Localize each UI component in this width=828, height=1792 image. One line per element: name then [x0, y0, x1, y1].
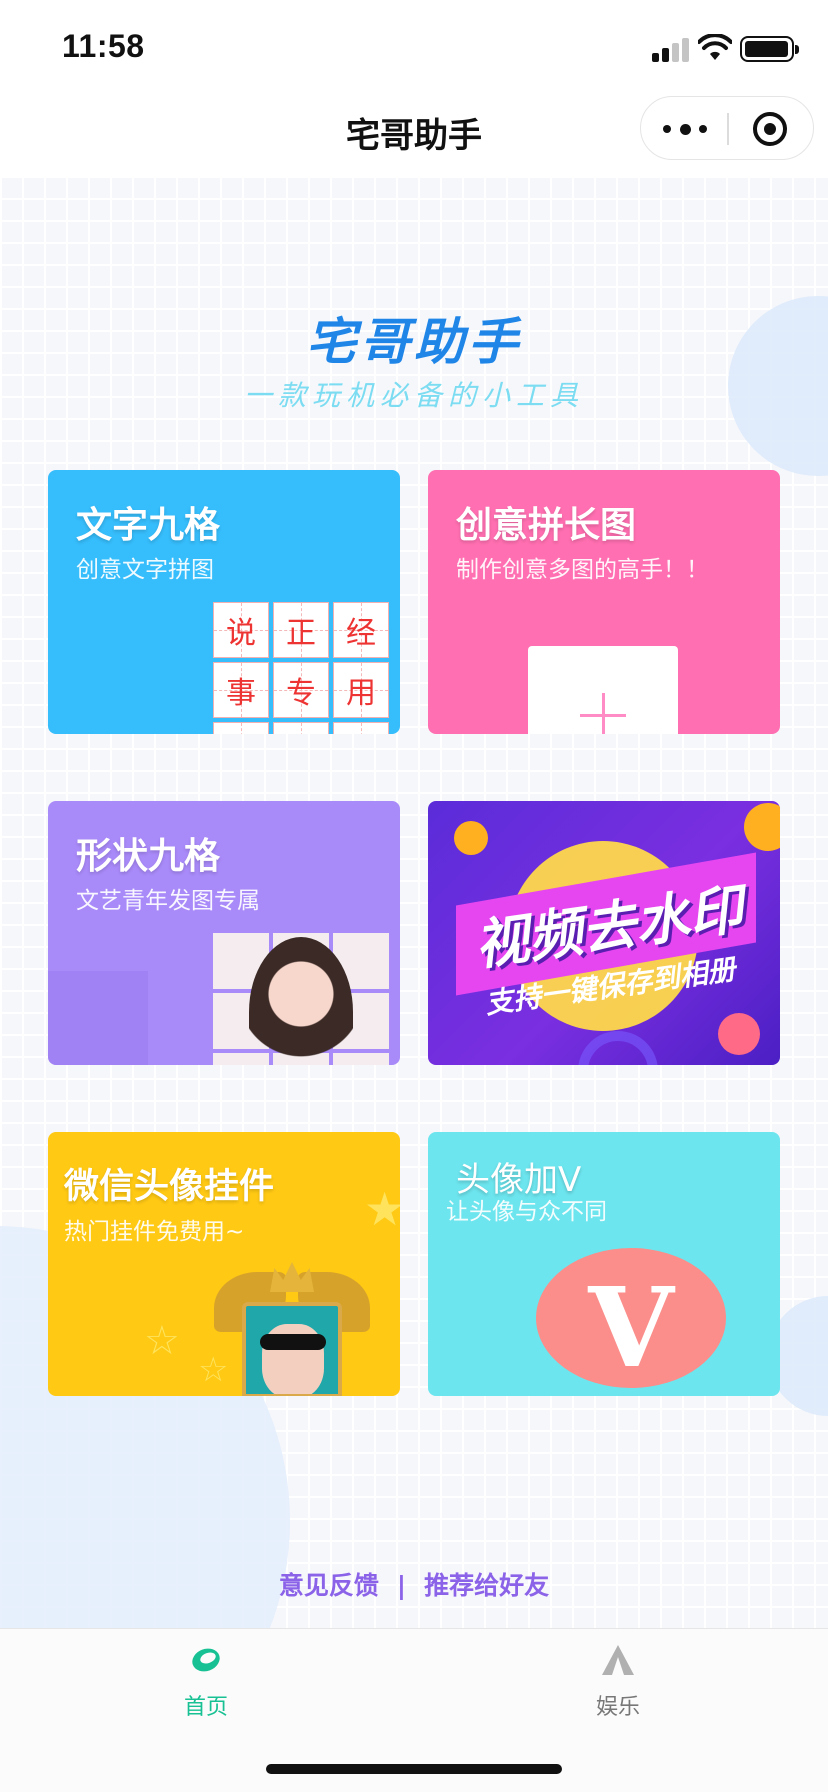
footer-links: 意见反馈 | 推荐给好友 [0, 1566, 828, 1602]
card-subtitle: 文艺青年发图专属 [76, 888, 260, 914]
tab-label: 首页 [183, 1695, 228, 1720]
wifi-icon [698, 34, 732, 60]
card-subtitle: 让头像与众不同 [446, 1199, 607, 1225]
card-title: 微信头像挂件 [64, 1167, 275, 1207]
card-subtitle: 创意文字拼图 [76, 557, 214, 583]
grid-cell [213, 722, 269, 734]
target-circle-icon[interactable] [753, 112, 787, 146]
photo-grid-illustration [213, 933, 389, 1065]
nav-bar: 宅哥助手 [0, 96, 828, 176]
decor-ball [454, 821, 488, 855]
card-shape-nine-grid[interactable]: 形状九格 文艺青年发图专属 [48, 801, 400, 1065]
grid-cell: 事 [213, 662, 269, 718]
tab-home[interactable]: 首页 [106, 1643, 306, 1721]
card-video-watermark[interactable]: 视频去水印 支持一键保存到相册 [428, 801, 780, 1065]
home-indicator [266, 1764, 562, 1774]
grid-cell [333, 722, 389, 734]
decor-ring [578, 1031, 658, 1065]
star-icon: ☆ [144, 1318, 180, 1364]
app-logo-title: 宅哥助手 [306, 312, 522, 371]
tent-icon [602, 1645, 634, 1675]
share-link[interactable]: 推荐给好友 [424, 1566, 549, 1602]
crown-icon [270, 1262, 314, 1292]
avatar-pendant-illustration [214, 1262, 370, 1396]
plus-icon [528, 646, 678, 734]
sunglasses-icon [260, 1334, 326, 1350]
more-dots-icon[interactable] [663, 113, 707, 145]
footer-separator: | [396, 1571, 407, 1600]
card-title: 创意拼长图 [456, 505, 637, 546]
card-text-nine-grid[interactable]: 文字九格 创意文字拼图 说 正 经 事 专 用 [48, 470, 400, 734]
card-title: 形状九格 [76, 836, 221, 877]
decor-ball [718, 1013, 760, 1055]
decor-ball [744, 803, 780, 851]
decor-shade [48, 971, 148, 1065]
mini-program-capsule [640, 96, 814, 160]
card-avatar-v[interactable]: 头像加V 让头像与众不同 V [428, 1132, 780, 1396]
text-grid-illustration: 说 正 经 事 专 用 [213, 602, 389, 734]
grid-cell [273, 722, 329, 734]
tab-label: 娱乐 [595, 1695, 640, 1720]
feedback-link[interactable]: 意见反馈 [279, 1566, 379, 1602]
grid-cell: 正 [273, 602, 329, 658]
grid-cell: 说 [213, 602, 269, 658]
star-icon: ★ [364, 1182, 400, 1236]
grid-cell: 用 [333, 662, 389, 718]
status-bar: 11:58 [0, 0, 828, 96]
signal-icon [652, 36, 690, 62]
card-avatar-pendant[interactable]: 微信头像挂件 热门挂件免费用~ ☆ ☆ ★ [48, 1132, 400, 1396]
card-subtitle: 制作创意多图的高手！！ [456, 557, 709, 583]
app-logo-subtitle: 一款玩机必备的小工具 [243, 379, 584, 412]
tab-entertainment[interactable]: 娱乐 [518, 1643, 718, 1721]
card-title: 文字九格 [76, 505, 221, 546]
v-badge-icon: V [536, 1248, 726, 1392]
card-long-image[interactable]: 创意拼长图 制作创意多图的高手！！ [428, 470, 780, 734]
grid-cell: 专 [273, 662, 329, 718]
avatar [242, 1302, 342, 1396]
status-time: 11:58 [62, 28, 145, 64]
card-subtitle: 热门挂件免费用~ [64, 1219, 245, 1245]
battery-icon [740, 36, 799, 62]
home-leaf-icon [188, 1643, 224, 1679]
capsule-divider [727, 113, 729, 145]
grid-cell: 经 [333, 602, 389, 658]
